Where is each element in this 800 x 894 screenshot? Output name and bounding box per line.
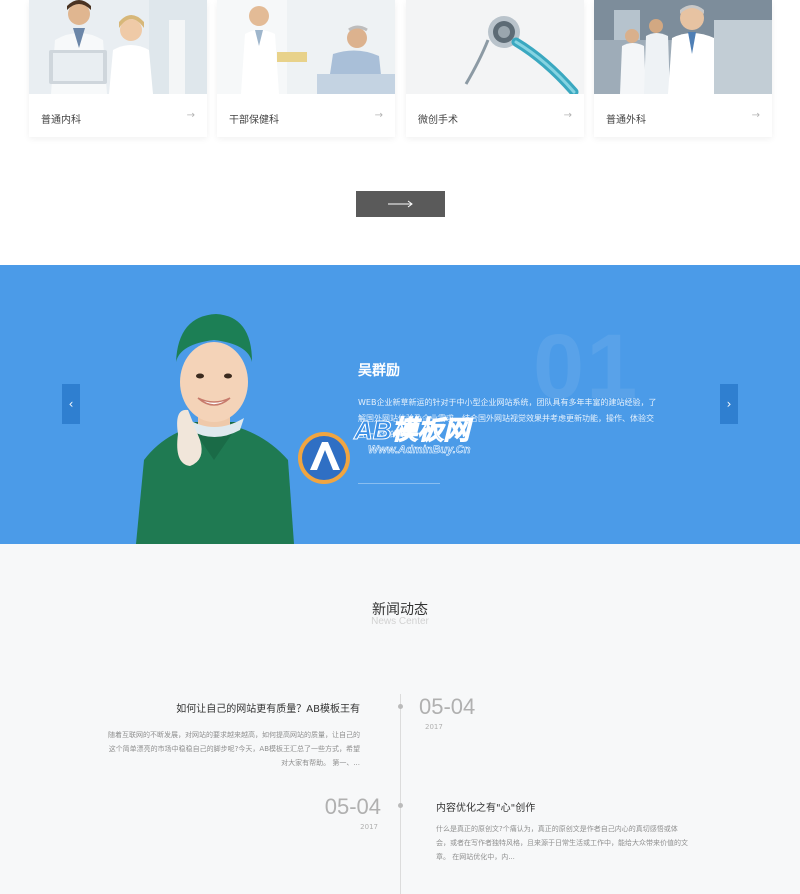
carousel-prev-button[interactable]: ‹ [62, 384, 80, 424]
department-card-internal-medicine[interactable]: 普通内科 → [29, 0, 207, 137]
chevron-left-icon: ‹ [68, 397, 74, 411]
department-name: 微创手术 [418, 115, 458, 126]
news-item-summary: 随着互联网的不断发展，对网站的要求越来越高，如何提高网站的质量，让自己的这个简单… [108, 731, 360, 767]
doctor-carousel: 01 ‹ › 吴群励 WEB企业新草新运的针对于中小型企业网站系统，团队具有多年… [0, 265, 800, 544]
doctor-name: 吴群励 [358, 363, 400, 379]
news-item-title[interactable]: 内容优化之有"心"创作 [436, 799, 535, 814]
section-subtitle: News Center [371, 616, 429, 627]
watermark-brand: AB模板网 [354, 415, 471, 446]
watermark-url: Www.AdminBuy.Cn [368, 444, 471, 457]
arrow-right-icon: → [751, 110, 760, 121]
news-item-year: 2017 [425, 723, 443, 731]
news-item-year: 2017 [360, 823, 378, 831]
news-item-summary: 什么是真正的原创文?个痛认为，真正的原创文是作者自己内心的真切感悟或体会，或者在… [436, 825, 688, 861]
timeline-dot [398, 803, 403, 808]
chevron-right-icon: › [726, 397, 732, 411]
department-card-minimally-invasive-surgery[interactable]: 微创手术 → [406, 0, 584, 137]
arrow-right-icon: → [563, 110, 572, 121]
news-item-date: 05-04 [324, 794, 381, 819]
arrow-right-icon: → [186, 110, 195, 121]
news-item-title[interactable]: 如何让自己的网站更有质量？AB模板王有 [176, 700, 360, 715]
department-card-cadre-health[interactable]: 干部保健科 → [217, 0, 395, 137]
department-card-general-surgery[interactable]: 普通外科 → [594, 0, 772, 137]
long-arrow-right-icon [387, 200, 413, 208]
stethoscope-photo [406, 0, 584, 94]
departments-section: 普通内科 → 干部保健科 → 微创手术 → 普通外科 → [0, 0, 800, 265]
timeline-line [400, 694, 401, 894]
doctor-with-patient-photo [217, 0, 395, 94]
department-name: 普通内科 [41, 115, 81, 126]
department-name: 干部保健科 [229, 115, 279, 126]
watermark-logo: AB模板网 Www.AdminBuy.Cn [296, 410, 516, 490]
arrow-right-icon: → [374, 110, 383, 121]
carousel-next-button[interactable]: › [720, 384, 738, 424]
department-name: 普通外科 [606, 115, 646, 126]
medical-team-photo [594, 0, 772, 94]
logo-emblem-icon [298, 432, 350, 484]
news-section: 新闻动态 News Center 如何让自己的网站更有质量？AB模板王有 随着互… [0, 544, 800, 894]
timeline-dot [398, 704, 403, 709]
news-item-date: 05-04 [419, 694, 476, 719]
doctors-with-laptop-photo [29, 0, 207, 94]
doctor-portrait [128, 310, 300, 544]
more-departments-button[interactable] [356, 191, 445, 217]
